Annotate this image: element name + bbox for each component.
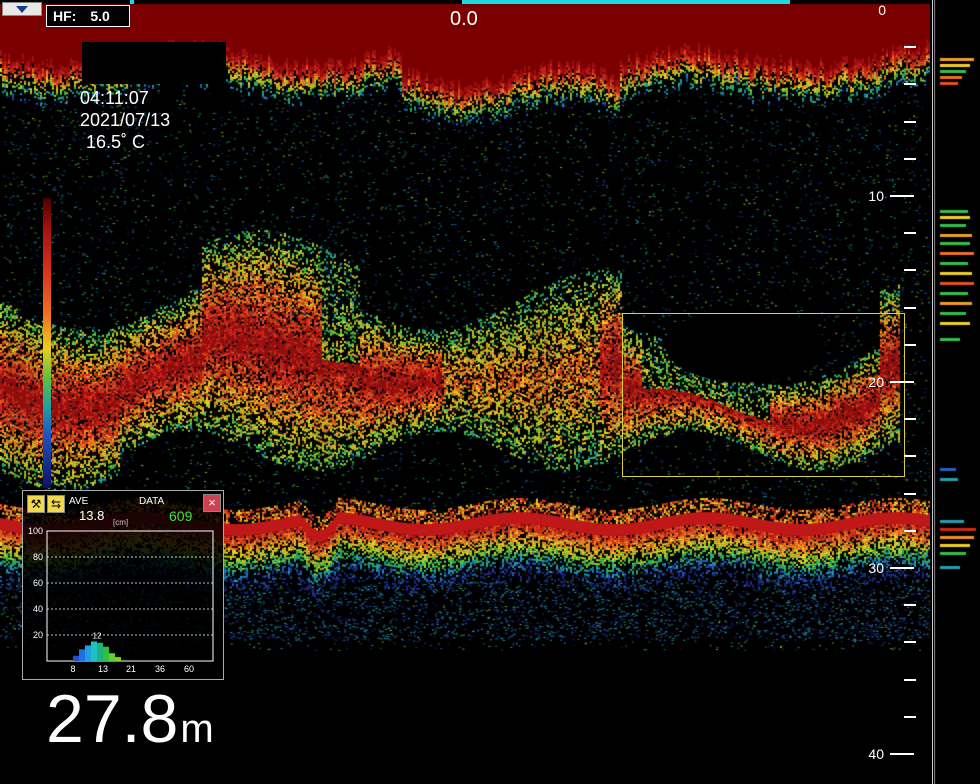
histogram-bar [109,653,115,661]
depth-tick [904,46,916,49]
depth-tick [904,455,916,458]
temperature-readout: 16.5˚ C [86,132,146,152]
a-scope-divider [932,0,933,784]
depth-tick [904,343,916,346]
date-readout: 2021/07/13 [80,110,171,130]
chevron-down-icon [16,5,28,13]
range-indicator-mark [130,0,134,4]
depth-tick [890,195,914,197]
histogram-y-label: 20 [33,630,43,640]
switch-icon[interactable]: ⇆ [47,495,65,513]
wrench-icon[interactable]: ⚒ [27,495,45,513]
depth-label: 0 [878,2,886,18]
depth-tick [904,157,916,160]
histogram-bar [115,657,121,661]
histogram-x-label: 60 [184,664,194,674]
selection-rectangle[interactable] [622,313,905,477]
color-scale-bar [43,198,51,488]
depth-tick [890,567,914,569]
histogram-x-label: 36 [155,664,165,674]
depth-tick [904,418,916,421]
depth-tick [904,83,916,86]
histogram-bar [85,645,91,661]
histogram-x-label: 13 [98,664,108,674]
depth-tick [904,492,916,495]
depth-tick [904,715,916,718]
data-count-label: DATA [139,496,165,507]
histogram-x-label: 21 [126,664,136,674]
histogram-bar [73,655,79,661]
close-button[interactable]: × [203,494,221,512]
depth-scale: 0 10 20 30 40 [868,0,930,784]
frequency-indicator[interactable]: HF: 5.0 [46,5,130,27]
frequency-value: 5.0 [90,8,110,24]
depth-label: 30 [868,560,884,576]
depth-tick [904,232,916,235]
a-scope-display [934,0,980,784]
menu-dropdown-button[interactable] [2,2,42,16]
data-count-value: 609 [169,508,193,524]
bottom-depth-readout: 27.8m [46,680,214,758]
histogram-y-label: 80 [33,552,43,562]
histogram-y-label: 60 [33,578,43,588]
depth-tick [890,753,914,755]
histogram-y-label: 40 [33,604,43,614]
masked-area [82,42,226,84]
histogram-peak-label: 12 [93,632,102,641]
histogram-x-label: 8 [70,664,75,674]
depth-tick [904,529,916,532]
depth-label: 20 [868,374,884,390]
shift-offset-readout: 0.0 [450,8,478,30]
depth-tick [904,120,916,123]
size-histogram: 100 80 60 40 20 8 13 21 36 60 12 [28,526,214,674]
depth-tick [904,269,916,272]
histogram-bar [91,641,97,661]
depth-tick [904,306,916,309]
histogram-y-label: 100 [28,526,43,536]
histogram-bar [79,649,85,661]
bottom-depth-unit: m [180,707,214,751]
average-value: 13.8 [79,508,105,523]
depth-tick [890,381,914,383]
depth-tick [904,641,916,644]
depth-tick [904,604,916,607]
time-readout: 04:11:07 [80,88,149,108]
histogram-bar [103,646,109,661]
histogram-bar [97,642,103,661]
fish-size-histogram-panel[interactable]: ⚒ ⇆ AVE 13.8 [cm] DATA 609 × 100 80 60 40 20… [22,490,224,680]
bottom-depth-value: 27.8 [46,681,179,757]
info-readout: 04:11:07 2021/07/13 16.5˚ C [80,87,170,153]
frequency-label: HF: [53,8,77,24]
depth-label: 10 [868,188,884,204]
average-label: AVE [69,496,89,507]
range-indicator-bar [462,0,790,4]
depth-label: 40 [868,746,884,762]
histogram-frame [46,530,214,662]
depth-tick [904,678,916,681]
